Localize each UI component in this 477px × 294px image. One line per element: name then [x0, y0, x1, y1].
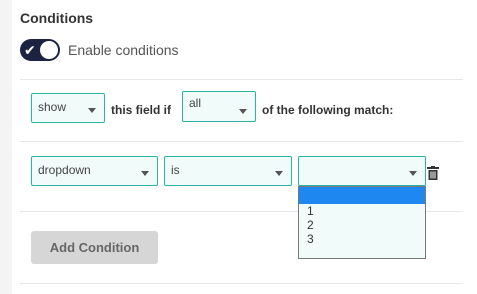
operator-select[interactable]: is — [164, 156, 292, 186]
enable-conditions-label: Enable conditions — [68, 42, 179, 58]
action-select-value: show — [38, 100, 67, 114]
chevron-down-icon — [239, 109, 247, 114]
chevron-down-icon — [88, 108, 96, 113]
value-select[interactable] — [298, 156, 426, 186]
match-mode-select[interactable]: all — [182, 91, 256, 122]
enable-conditions-row: ✔ Enable conditions — [20, 38, 179, 62]
add-condition-button[interactable]: Add Condition — [31, 231, 158, 264]
check-icon: ✔ — [24, 42, 36, 58]
value-dropdown-list: 1 2 3 — [298, 186, 426, 259]
section-title: Conditions — [20, 10, 94, 26]
field-select[interactable]: dropdown — [31, 156, 158, 186]
field-select-value: dropdown — [38, 163, 91, 177]
toggle-knob — [40, 41, 58, 59]
rule-middle-text: this field if — [111, 103, 171, 117]
value-option[interactable]: 2 — [299, 218, 425, 232]
value-option[interactable]: 3 — [299, 232, 425, 246]
chevron-down-icon — [409, 171, 417, 176]
match-mode-value: all — [189, 96, 202, 110]
divider — [20, 283, 463, 284]
divider — [20, 79, 463, 80]
value-option-blank[interactable] — [299, 187, 425, 204]
chevron-down-icon — [275, 171, 283, 176]
action-select[interactable]: show — [31, 93, 105, 123]
rule-tail-text: of the following match: — [262, 103, 394, 117]
enable-conditions-toggle[interactable]: ✔ — [20, 39, 60, 61]
value-option[interactable]: 1 — [299, 204, 425, 218]
chevron-down-icon — [141, 171, 149, 176]
divider — [20, 141, 463, 142]
trash-icon[interactable] — [427, 166, 439, 180]
operator-select-value: is — [171, 163, 180, 177]
